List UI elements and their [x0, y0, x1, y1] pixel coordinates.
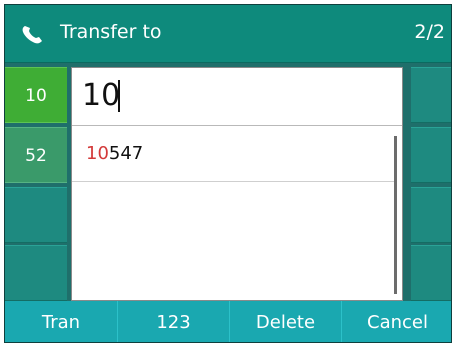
line-key-empty[interactable]	[411, 67, 451, 123]
line-key-52[interactable]: 52	[5, 127, 67, 183]
tran-softkey[interactable]: Tran	[5, 301, 117, 342]
phone-screen: Transfer to 2/2 10 52 10 10547 Tran 123 …	[4, 4, 452, 343]
softkey-bar: Tran 123 Delete Cancel	[5, 301, 451, 342]
page-indicator: 2/2	[414, 21, 445, 43]
transfer-dialog: 10 10547	[71, 67, 403, 301]
number-input-field[interactable]: 10	[72, 68, 402, 126]
result-match-part: 10	[86, 143, 109, 164]
scrollbar[interactable]	[394, 136, 397, 294]
title-bar: Transfer to 2/2	[5, 5, 451, 63]
number-input-value: 10	[82, 78, 121, 113]
line-key-10[interactable]: 10	[5, 67, 67, 123]
search-result-item[interactable]: 10547	[72, 126, 396, 182]
phone-icon	[21, 24, 45, 44]
cancel-softkey[interactable]: Cancel	[341, 301, 451, 342]
delete-softkey[interactable]: Delete	[229, 301, 341, 342]
screen-title: Transfer to	[60, 21, 162, 43]
line-key-empty[interactable]	[411, 127, 451, 183]
line-key-empty[interactable]	[411, 187, 451, 243]
line-key-label: 10	[25, 86, 47, 106]
line-key-empty[interactable]	[5, 245, 67, 301]
line-key-empty[interactable]	[5, 187, 67, 243]
line-key-empty[interactable]	[411, 245, 451, 301]
input-mode-softkey[interactable]: 123	[117, 301, 229, 342]
line-key-label: 52	[25, 146, 47, 166]
right-line-keys	[411, 67, 451, 301]
left-line-keys: 10 52	[5, 67, 67, 301]
text-caret	[118, 80, 120, 112]
result-rest-part: 547	[108, 143, 144, 164]
search-result-number: 10547	[86, 143, 143, 165]
